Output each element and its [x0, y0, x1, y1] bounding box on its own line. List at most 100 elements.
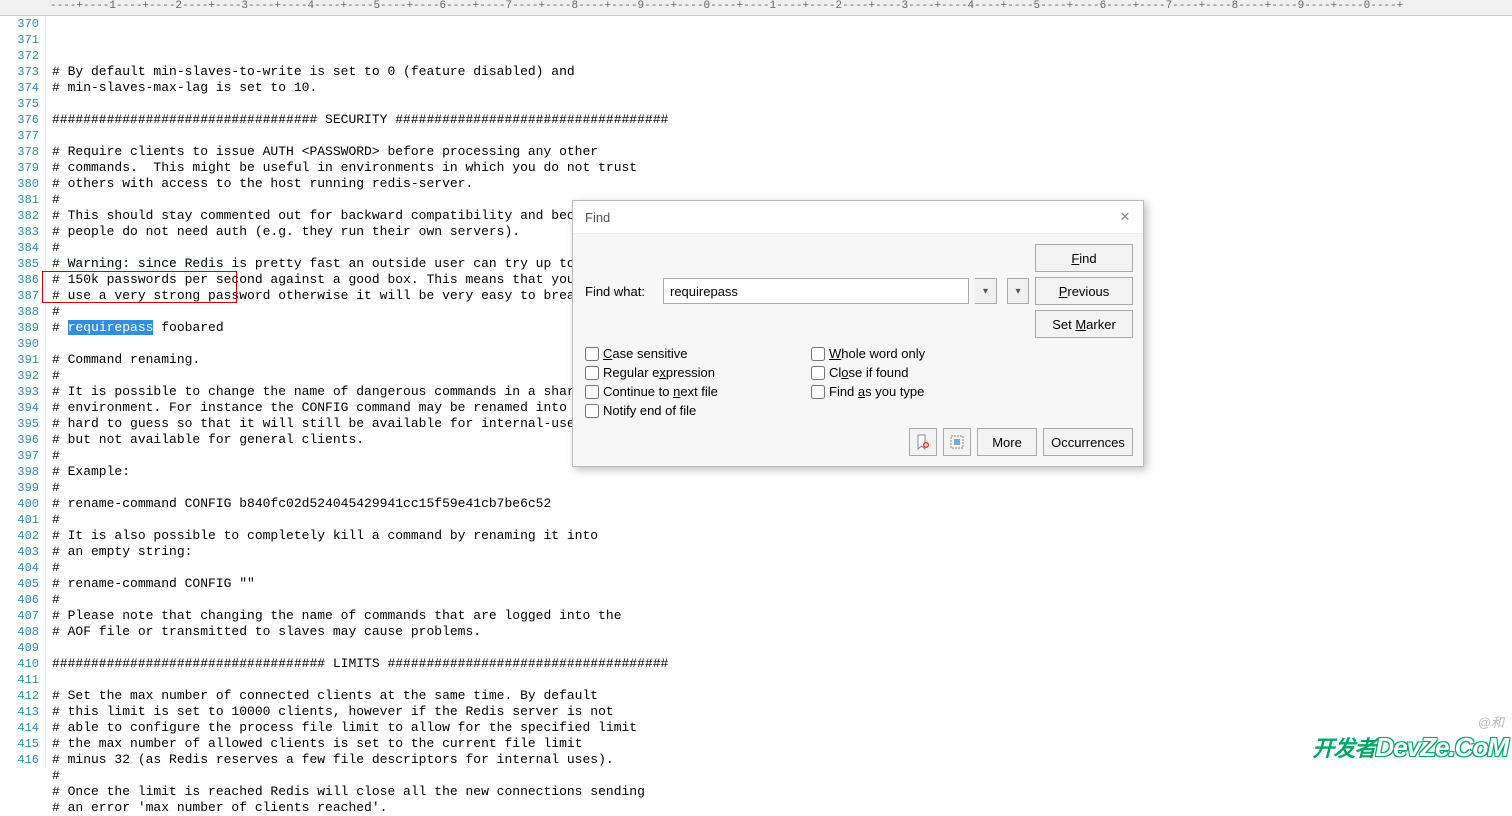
code-line[interactable]: # AOF file or transmitted to slaves may …	[52, 624, 1512, 640]
code-line[interactable]: # rename-command CONFIG ""	[52, 576, 1512, 592]
line-number: 394	[0, 400, 39, 416]
line-number: 384	[0, 240, 39, 256]
code-line[interactable]: # Once the limit is reached Redis will c…	[52, 784, 1512, 800]
line-number: 372	[0, 48, 39, 64]
line-number: 401	[0, 512, 39, 528]
line-number: 385	[0, 256, 39, 272]
find-as-you-type-checkbox[interactable]: Find as you type	[811, 384, 1029, 399]
code-line[interactable]: # an error 'max number of clients reache…	[52, 800, 1512, 816]
select-all-icon-button[interactable]	[943, 428, 971, 456]
line-number: 404	[0, 560, 39, 576]
line-number: 398	[0, 464, 39, 480]
find-dialog-title: Find	[585, 210, 610, 225]
code-line[interactable]: #	[52, 560, 1512, 576]
line-number: 402	[0, 528, 39, 544]
code-line[interactable]: # rename-command CONFIG b840fc02d5240454…	[52, 496, 1512, 512]
line-number: 399	[0, 480, 39, 496]
line-number: 410	[0, 656, 39, 672]
line-number: 395	[0, 416, 39, 432]
code-line[interactable]: # able to configure the process file lim…	[52, 720, 1512, 736]
code-line[interactable]: ################################### LIMI…	[52, 656, 1512, 672]
line-number: 407	[0, 608, 39, 624]
more-button[interactable]: More	[977, 428, 1037, 456]
line-number: 416	[0, 752, 39, 768]
line-number: 370	[0, 16, 39, 32]
line-number: 397	[0, 448, 39, 464]
line-number: 388	[0, 304, 39, 320]
close-icon[interactable]: ✕	[1115, 207, 1135, 227]
find-button[interactable]: Find	[1035, 244, 1133, 272]
code-line[interactable]: # commands. This might be useful in envi…	[52, 160, 1512, 176]
code-line[interactable]: # an empty string:	[52, 544, 1512, 560]
line-number: 393	[0, 384, 39, 400]
line-number: 382	[0, 208, 39, 224]
line-number: 377	[0, 128, 39, 144]
line-number: 373	[0, 64, 39, 80]
watermark-top: @和	[1312, 712, 1508, 731]
notify-eof-checkbox[interactable]: Notify end of file	[585, 403, 803, 418]
line-number: 387	[0, 288, 39, 304]
watermark-logo: 开发者DevZe.CoM	[1312, 731, 1508, 763]
bookmark-add-icon	[915, 434, 931, 450]
code-line[interactable]: # Set the max number of connected client…	[52, 688, 1512, 704]
code-line[interactable]: ################################## SECUR…	[52, 112, 1512, 128]
line-number: 386	[0, 272, 39, 288]
code-line[interactable]: # It is also possible to completely kill…	[52, 528, 1512, 544]
line-number: 374	[0, 80, 39, 96]
code-line[interactable]: # min-slaves-max-lag is set to 10.	[52, 80, 1512, 96]
line-number: 412	[0, 688, 39, 704]
code-line[interactable]: #	[52, 512, 1512, 528]
line-number: 414	[0, 720, 39, 736]
code-line[interactable]	[52, 96, 1512, 112]
line-number: 390	[0, 336, 39, 352]
close-if-found-checkbox[interactable]: Close if found	[811, 365, 1029, 380]
line-number: 383	[0, 224, 39, 240]
line-number: 378	[0, 144, 39, 160]
code-line[interactable]: #	[52, 768, 1512, 784]
continue-next-file-checkbox[interactable]: Continue to next file	[585, 384, 803, 399]
selection-icon	[949, 434, 965, 450]
line-number: 400	[0, 496, 39, 512]
find-dialog: Find ✕ Find what: ▾ ▾ Find Previous Set …	[572, 200, 1144, 467]
line-number: 371	[0, 32, 39, 48]
code-line[interactable]: # this limit is set to 10000 clients, ho…	[52, 704, 1512, 720]
line-number: 389	[0, 320, 39, 336]
line-number: 396	[0, 432, 39, 448]
line-number: 392	[0, 368, 39, 384]
code-line[interactable]	[52, 640, 1512, 656]
find-dialog-titlebar[interactable]: Find ✕	[573, 201, 1143, 234]
line-number: 376	[0, 112, 39, 128]
line-number: 379	[0, 160, 39, 176]
set-marker-button[interactable]: Set Marker	[1035, 310, 1133, 338]
line-number: 408	[0, 624, 39, 640]
line-number: 381	[0, 192, 39, 208]
line-number: 375	[0, 96, 39, 112]
column-ruler: ----+----1----+----2----+----3----+----4…	[0, 0, 1512, 16]
line-number: 413	[0, 704, 39, 720]
code-line[interactable]: # others with access to the host running…	[52, 176, 1512, 192]
code-line[interactable]: # minus 32 (as Redis reserves a few file…	[52, 752, 1512, 768]
code-line[interactable]: # Please note that changing the name of …	[52, 608, 1512, 624]
find-what-input[interactable]	[663, 278, 969, 304]
whole-word-checkbox[interactable]: Whole word only	[811, 346, 1029, 361]
code-line[interactable]: #	[52, 592, 1512, 608]
previous-button[interactable]: Previous	[1035, 277, 1133, 305]
code-line[interactable]	[52, 128, 1512, 144]
case-sensitive-checkbox[interactable]: Case sensitive	[585, 346, 803, 361]
line-number: 380	[0, 176, 39, 192]
regex-checkbox[interactable]: Regular expression	[585, 365, 803, 380]
code-line[interactable]: # the max number of allowed clients is s…	[52, 736, 1512, 752]
find-history-dropdown[interactable]: ▾	[975, 278, 997, 304]
code-line[interactable]: # By default min-slaves-to-write is set …	[52, 64, 1512, 80]
find-what-label: Find what:	[585, 284, 657, 299]
line-number: 406	[0, 592, 39, 608]
search-match-highlight: requirepass	[68, 320, 154, 335]
code-line[interactable]: # Require clients to issue AUTH <PASSWOR…	[52, 144, 1512, 160]
line-number: 405	[0, 576, 39, 592]
bookmark-icon-button[interactable]	[909, 428, 937, 456]
code-line[interactable]	[52, 672, 1512, 688]
find-options-dropdown[interactable]: ▾	[1007, 278, 1029, 304]
occurrences-button[interactable]: Occurrences	[1043, 428, 1133, 456]
code-line[interactable]: #	[52, 480, 1512, 496]
line-number: 415	[0, 736, 39, 752]
